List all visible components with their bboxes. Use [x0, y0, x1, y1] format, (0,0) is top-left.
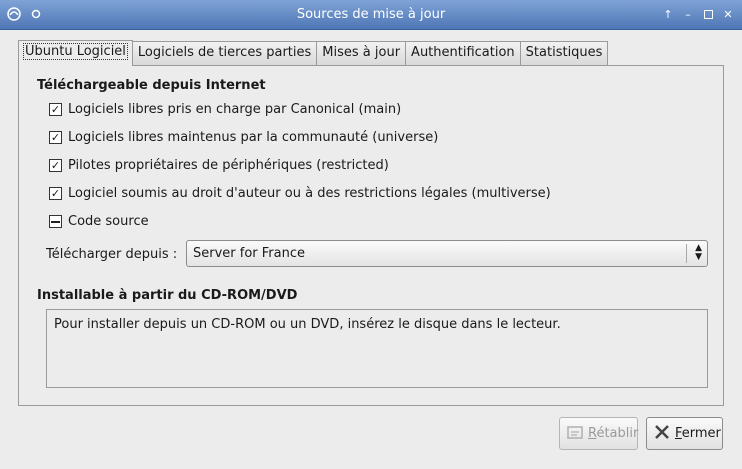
close-icon[interactable]: ✕ [720, 6, 736, 22]
tab-updates[interactable]: Mises à jour [316, 41, 407, 65]
cdrom-section-title: Installable à partir du CD-ROM/DVD [37, 288, 298, 303]
checkbox-checked-icon[interactable]: ✓ [49, 131, 62, 144]
tab-label: Statistiques [525, 45, 603, 60]
check-universe[interactable]: ✓ Logiciels libres maintenus par la comm… [49, 130, 438, 145]
checkbox-checked-icon[interactable]: ✓ [49, 159, 62, 172]
window-controls: ↑ – ✕ [660, 6, 736, 22]
check-label: Logiciels libres pris en charge par Cano… [68, 102, 402, 117]
check-label: Logiciels libres maintenus par la commun… [68, 130, 439, 145]
check-multiverse[interactable]: ✓ Logiciel soumis au droit d'auteur ou à… [49, 186, 551, 201]
updown-arrows-icon: ▲ ▼ [695, 243, 702, 262]
checkbox-checked-icon[interactable]: ✓ [49, 187, 62, 200]
tab-bar: Ubuntu Logiciel Logiciels de tierces par… [18, 40, 609, 66]
close-label: Fermer [675, 426, 721, 441]
revert-label: Rétablir [588, 426, 638, 441]
tab-label: Logiciels de tierces parties [137, 45, 312, 60]
download-server-select[interactable]: Server for France ▲ ▼ [186, 240, 708, 267]
title-bar: Sources de mise à jour ↑ – ✕ [0, 0, 742, 30]
checkbox-partial-icon[interactable] [49, 215, 62, 228]
tab-statistics[interactable]: Statistiques [519, 41, 609, 65]
close-mnemonic: F [675, 426, 682, 441]
minimize-icon[interactable]: – [680, 6, 696, 22]
tab-third-party[interactable]: Logiciels de tierces parties [131, 41, 318, 65]
window-title: Sources de mise à jour [296, 7, 446, 22]
checkbox-checked-icon[interactable]: ✓ [49, 103, 62, 116]
close-button[interactable]: Fermer [646, 417, 723, 450]
maximize-icon[interactable] [700, 6, 716, 22]
tab-label: Authentification [411, 45, 515, 60]
revert-button[interactable]: Rétablir [559, 417, 638, 450]
check-label: Pilotes propriétaires de périphériques (… [68, 158, 389, 173]
tab-panel: Téléchargeable depuis Internet ✓ Logicie… [18, 65, 724, 406]
cdrom-info-box: Pour installer depuis un CD-ROM ou un DV… [46, 309, 708, 388]
check-restricted[interactable]: ✓ Pilotes propriétaires de périphériques… [49, 158, 389, 173]
revert-icon [566, 423, 584, 445]
cdrom-message: Pour installer depuis un CD-ROM ou un DV… [54, 317, 561, 332]
check-label: Logiciel soumis au droit d'auteur ou à d… [68, 186, 551, 201]
close-label-rest: ermer [681, 426, 721, 441]
revert-label-rest: établir [596, 426, 639, 441]
tab-label: Mises à jour [322, 45, 401, 60]
tab-label: Ubuntu Logiciel [23, 43, 128, 60]
download-server-value: Server for France [193, 246, 305, 261]
tab-authentication[interactable]: Authentification [405, 41, 521, 65]
shade-up-icon[interactable]: ↑ [660, 6, 676, 22]
combo-separator [686, 244, 687, 263]
check-main[interactable]: ✓ Logiciels libres pris en charge par Ca… [49, 102, 401, 117]
tab-ubuntu-software[interactable]: Ubuntu Logiciel [18, 40, 133, 66]
check-source-code[interactable]: Code source [49, 214, 149, 229]
close-x-icon [653, 423, 671, 445]
check-label: Code source [68, 214, 149, 229]
internet-section-title: Téléchargeable depuis Internet [37, 78, 266, 93]
download-from-label: Télécharger depuis : [46, 247, 178, 262]
